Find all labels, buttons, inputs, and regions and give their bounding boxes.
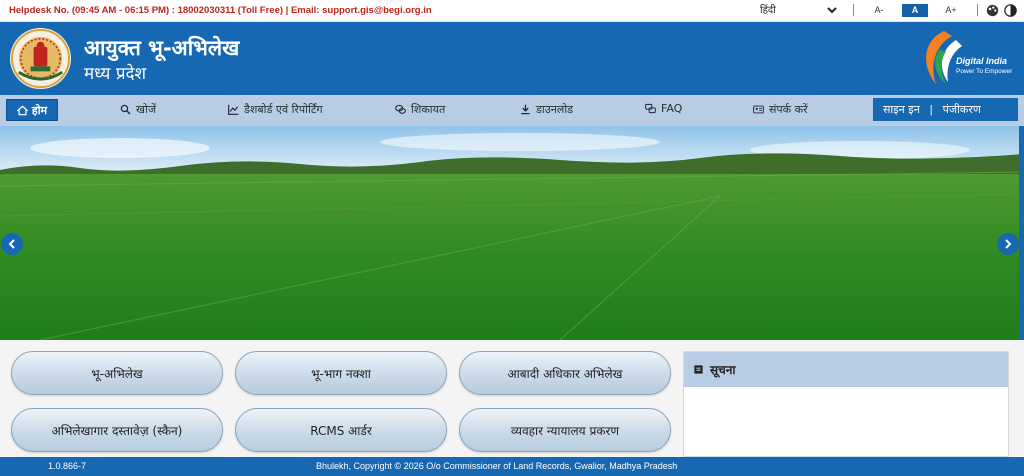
nav-search-label: खोजें [136, 103, 157, 116]
signin-link[interactable]: साइन इन [883, 102, 920, 117]
site-footer: 1.0.866-7 Bhulekh, Copyright © 2026 O/o … [0, 457, 1024, 476]
service-bhu-bhag-naksha[interactable]: भू-भाग नक्शा [235, 351, 447, 395]
top-utility-bar: Helpdesk No. (09:45 AM - 06:15 PM) : 180… [0, 0, 1024, 22]
site-title: आयुक्त भू-अभिलेख [84, 36, 240, 60]
search-icon [120, 104, 131, 115]
contact-card-icon [753, 105, 764, 114]
chevron-left-icon [8, 239, 15, 249]
auth-links: साइन इन | पंजीकरण [873, 98, 1018, 121]
nav-home[interactable]: होम [6, 99, 58, 121]
nav-faq-label: FAQ [661, 102, 683, 115]
service-abadi-adhikar[interactable]: आबादी अधिकार अभिलेख [459, 351, 671, 395]
nav-contact-label: संपर्क करें [769, 103, 808, 116]
service-civil-court-cases[interactable]: व्यवहार न्यायालय प्रकरण [459, 408, 671, 452]
hero-banner [0, 126, 1024, 340]
book-icon [694, 365, 703, 374]
nav-dashboard-label: डैशबोर्ड एवं रिपोर्टिंग [244, 103, 323, 116]
nav-contact[interactable]: संपर्क करें [753, 102, 808, 117]
nav-search[interactable]: खोजें [120, 102, 156, 117]
mp-emblem-logo[interactable] [9, 27, 72, 90]
nav-home-label: होम [31, 103, 48, 117]
helpdesk-info: Helpdesk No. (09:45 AM - 06:15 PM) : 180… [9, 5, 432, 16]
service-bhu-abhilekh[interactable]: भू-अभिलेख [11, 351, 223, 395]
download-icon [521, 104, 530, 115]
faq-chat-icon [645, 103, 656, 114]
font-decrease-button[interactable]: A- [866, 4, 892, 17]
main-nav: होम खोजें डैशबोर्ड एवं रिपोर्टिंग शिकायत… [0, 95, 1024, 126]
nav-complaint-label: शिकायत [411, 103, 446, 116]
digital-india-title: Digital India [956, 56, 1008, 66]
chart-line-icon [228, 104, 239, 115]
carousel-next-button[interactable] [997, 233, 1019, 255]
nav-complaint[interactable]: शिकायत [395, 102, 445, 117]
copyright-text: Bhulekh, Copyright © 2026 O/o Commission… [316, 461, 678, 471]
service-archive-docs[interactable]: अभिलेखागार दस्तावेज़ (स्कैन) [11, 408, 223, 452]
service-rcms-order[interactable]: RCMS आर्डर [235, 408, 447, 452]
font-increase-button[interactable]: A+ [938, 4, 964, 17]
notice-header: सूचना [684, 352, 1008, 387]
language-select[interactable]: हिंदी [756, 3, 840, 18]
page-scrollbar[interactable] [1019, 126, 1024, 340]
nav-download-label: डाउनलोड [536, 103, 574, 116]
home-icon [16, 105, 28, 115]
carousel-prev-button[interactable] [1, 233, 23, 255]
nav-download[interactable]: डाउनलोड [520, 102, 573, 117]
divider [977, 4, 978, 16]
notice-panel: सूचना [683, 351, 1009, 457]
green-field-image [0, 126, 1024, 340]
divider [853, 4, 854, 16]
nav-faq[interactable]: FAQ [645, 102, 682, 115]
chevron-right-icon [1005, 239, 1012, 249]
digital-india-tagline: Power To Empower [956, 68, 1013, 75]
version-number: 1.0.866-7 [48, 461, 87, 471]
contrast-icon[interactable] [1004, 4, 1017, 17]
site-subtitle: मध्य प्रदेश [84, 64, 147, 84]
chat-icon [395, 104, 406, 114]
auth-divider: | [929, 103, 933, 116]
site-header: आयुक्त भू-अभिलेख मध्य प्रदेश Digital Ind… [0, 22, 1024, 95]
color-palette-icon[interactable] [986, 4, 999, 17]
notice-title: सूचना [710, 363, 736, 377]
register-link[interactable]: पंजीकरण [943, 102, 981, 117]
font-normal-button[interactable]: A [902, 4, 928, 17]
nav-dashboard[interactable]: डैशबोर्ड एवं रिपोर्टिंग [228, 102, 323, 117]
